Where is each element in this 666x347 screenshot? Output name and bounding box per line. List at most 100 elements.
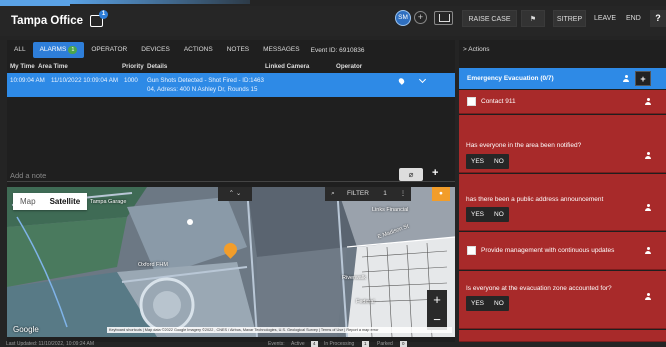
action-card: Is everyone at the evacuation zone accou… — [459, 271, 666, 329]
action-card: has there been a public address announce… — [459, 174, 666, 231]
active-label: Active — [291, 341, 305, 347]
user-icon[interactable] — [645, 293, 651, 300]
add-action-button[interactable]: + — [635, 71, 651, 86]
user-icon[interactable] — [623, 75, 629, 82]
yes-button[interactable]: YES — [466, 296, 489, 311]
action-text: Contact 911 — [481, 98, 516, 105]
action-text: Has everyone in the area been notified? — [466, 142, 582, 149]
processing-count: 1 — [362, 341, 369, 347]
map-view[interactable]: Map Satellite ⌃ ⌄ ⌕ FILTER 1 ⋮ ● Tampa G… — [7, 187, 455, 337]
map-attribution: Keyboard shortcuts | Map data ©2022 Goog… — [107, 327, 452, 333]
user-icon[interactable] — [645, 247, 651, 254]
edit-site-icon[interactable]: 1 — [90, 10, 108, 27]
active-count: 4 — [311, 341, 318, 347]
leave-button[interactable]: LEAVE — [594, 10, 616, 27]
processing-label: In Processing — [324, 341, 355, 347]
user-icon[interactable] — [645, 98, 651, 105]
page-title: Tampa Office — [11, 15, 83, 27]
event-tabs: ALL ALARMS 1 OPERATOR DEVICES ACTIONS NOT… — [7, 42, 364, 58]
row-my-time: 10:09:04 AM — [10, 77, 45, 84]
message-icon[interactable] — [434, 11, 453, 25]
no-button[interactable]: NO — [489, 207, 509, 222]
map-type-toggle[interactable]: Map Satellite — [13, 193, 88, 210]
management-updates-checkbox[interactable] — [467, 246, 476, 255]
col-my-time: My Time — [10, 63, 35, 70]
marker-dot — [187, 219, 193, 225]
action-card — [459, 330, 666, 342]
event-id: Event ID: 6910836 — [310, 46, 365, 54]
yes-button[interactable]: YES — [466, 154, 489, 169]
contact-911-checkbox[interactable] — [467, 97, 476, 106]
action-text: has there been a public address announce… — [466, 196, 604, 203]
yes-no-toggle: YES NO — [466, 207, 509, 222]
note-input[interactable]: Add a note — [10, 171, 46, 180]
row-details-line1: Gun Shots Detected - Shot Fired - ID:146… — [147, 77, 264, 84]
help-button[interactable]: ? — [650, 10, 666, 27]
end-button[interactable]: END — [626, 10, 641, 27]
alarms-count-badge: 1 — [68, 46, 78, 54]
user-icon[interactable] — [645, 152, 651, 159]
satellite-button[interactable]: Satellite — [43, 193, 88, 210]
table-row[interactable]: 10:09:04 AM 11/10/2022 10:09:04 AM 1000 … — [7, 73, 455, 97]
col-priority: Priority — [122, 63, 144, 70]
events-label: Events: — [268, 341, 285, 347]
more-options-icon[interactable]: ⋮ — [395, 187, 411, 201]
chevron-down-icon[interactable] — [418, 75, 427, 84]
tab-notes[interactable]: NOTES — [220, 42, 256, 58]
parked-label: Parked — [377, 341, 393, 347]
yes-no-toggle: YES NO — [466, 154, 509, 169]
col-details: Details — [147, 63, 168, 70]
row-details-line2: 04, Adress: 400 N Ashley Dr, Rounds 15 — [147, 86, 258, 93]
place-label: Links Financial — [372, 207, 409, 213]
yes-button[interactable]: YES — [466, 207, 489, 222]
flag-icon[interactable]: ⚑ — [521, 10, 545, 27]
event-panel: ALL ALARMS 1 OPERATOR DEVICES ACTIONS NOT… — [7, 40, 455, 342]
tab-messages[interactable]: MESSAGES — [256, 42, 306, 58]
row-priority: 1000 — [124, 77, 138, 84]
place-label: Tampa Garage — [90, 199, 127, 205]
tab-operator[interactable]: OPERATOR — [84, 42, 134, 58]
evacuation-header[interactable]: Emergency Evacuation (0/7) + — [459, 68, 666, 89]
action-card: Provide management with continuous updat… — [459, 232, 666, 270]
action-card: Has everyone in the area been notified? … — [459, 115, 666, 173]
yes-no-toggle: YES NO — [466, 296, 509, 311]
raise-case-button[interactable]: RAISE CASE — [462, 10, 517, 27]
evacuation-title: Emergency Evacuation (0/7) — [467, 75, 554, 82]
user-icon[interactable] — [645, 204, 651, 211]
google-logo: Google — [13, 325, 39, 334]
actions-panel: > Actions Emergency Evacuation (0/7) + C… — [459, 40, 666, 342]
col-area-time: Area Time — [38, 63, 68, 70]
attach-icon[interactable]: ⌀ — [399, 168, 423, 181]
edit-badge: 1 — [99, 10, 108, 19]
search-icon[interactable]: ⌕ — [325, 187, 341, 201]
note-underline — [7, 181, 455, 182]
place-label: Oxford FHM — [138, 262, 168, 268]
tab-devices[interactable]: DEVICES — [134, 42, 177, 58]
add-user-icon[interactable]: + — [414, 11, 427, 24]
tab-all[interactable]: ALL — [7, 42, 33, 58]
no-button[interactable]: NO — [489, 296, 509, 311]
place-label: Riverwalk — [342, 275, 366, 281]
corner-accent-fade — [70, 0, 250, 4]
place-label: Federal — [356, 299, 375, 305]
filter-button[interactable]: FILTER — [341, 187, 375, 201]
action-text: Is everyone at the evacuation zone accou… — [466, 285, 612, 292]
zoom-in-button[interactable]: + — [427, 290, 447, 310]
location-pin-icon[interactable] — [397, 77, 406, 85]
add-note-button[interactable]: + — [432, 167, 438, 179]
tab-actions[interactable]: ACTIONS — [177, 42, 220, 58]
col-linked-camera: Linked Camera — [265, 63, 310, 70]
collapse-map-icon[interactable]: ⌃ ⌄ — [218, 187, 252, 201]
zoom-control: + − — [427, 290, 447, 330]
actions-header[interactable]: > Actions — [463, 46, 490, 53]
action-text: Provide management with continuous updat… — [481, 247, 615, 254]
alarm-layer-icon[interactable]: ● — [432, 187, 450, 201]
col-operator: Operator — [336, 63, 363, 70]
tab-alarms[interactable]: ALARMS 1 — [32, 42, 85, 58]
no-button[interactable]: NO — [489, 154, 509, 169]
sitrep-button[interactable]: SITREP — [553, 10, 586, 27]
table-header: My Time Area Time Priority Details Linke… — [7, 63, 455, 73]
row-area-time: 11/10/2022 10:09:04 AM — [51, 77, 118, 84]
map-button[interactable]: Map — [13, 193, 43, 210]
avatar[interactable]: SM — [395, 10, 411, 26]
